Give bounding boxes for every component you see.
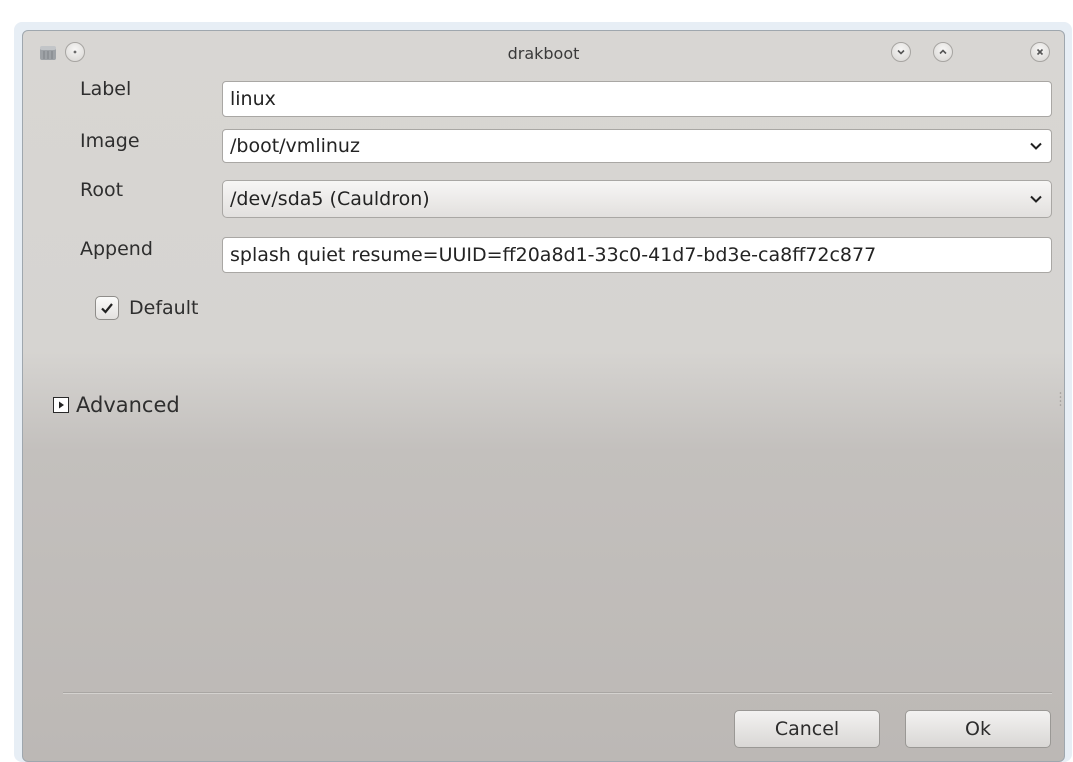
root-caption: Root <box>80 179 124 201</box>
drakboot-window: drakboot Label linux Image /boot/vmlinuz… <box>22 30 1065 762</box>
expand-arrow-icon[interactable] <box>53 397 69 413</box>
label-input[interactable]: linux <box>222 81 1052 117</box>
append-input[interactable]: splash quiet resume=UUID=ff20a8d1-33c0-4… <box>222 237 1052 273</box>
image-caption: Image <box>80 130 140 152</box>
maximize-icon[interactable] <box>933 42 953 62</box>
root-value: /dev/sda5 (Cauldron) <box>230 188 430 210</box>
default-checkbox-row[interactable]: Default <box>95 296 198 320</box>
root-select[interactable]: /dev/sda5 (Cauldron) <box>222 180 1052 218</box>
close-icon[interactable] <box>1030 42 1050 62</box>
advanced-label: Advanced <box>76 393 180 417</box>
cancel-button[interactable]: Cancel <box>734 710 880 748</box>
resize-grip-icon[interactable] <box>1059 391 1062 407</box>
default-label: Default <box>129 297 199 319</box>
checkmark-icon <box>101 303 113 314</box>
chevron-down-icon[interactable] <box>1029 139 1043 153</box>
ok-button[interactable]: Ok <box>905 710 1051 748</box>
image-value: /boot/vmlinuz <box>230 135 360 157</box>
chevron-down-icon[interactable] <box>1029 192 1043 206</box>
minimize-icon[interactable] <box>891 42 911 62</box>
append-caption: Append <box>80 238 153 260</box>
title-bar[interactable]: drakboot <box>23 31 1064 77</box>
label-caption: Label <box>80 78 132 100</box>
button-separator <box>63 692 1052 694</box>
advanced-expander[interactable]: Advanced <box>53 393 180 417</box>
image-combo[interactable]: /boot/vmlinuz <box>222 129 1052 163</box>
default-checkbox[interactable] <box>95 296 119 320</box>
